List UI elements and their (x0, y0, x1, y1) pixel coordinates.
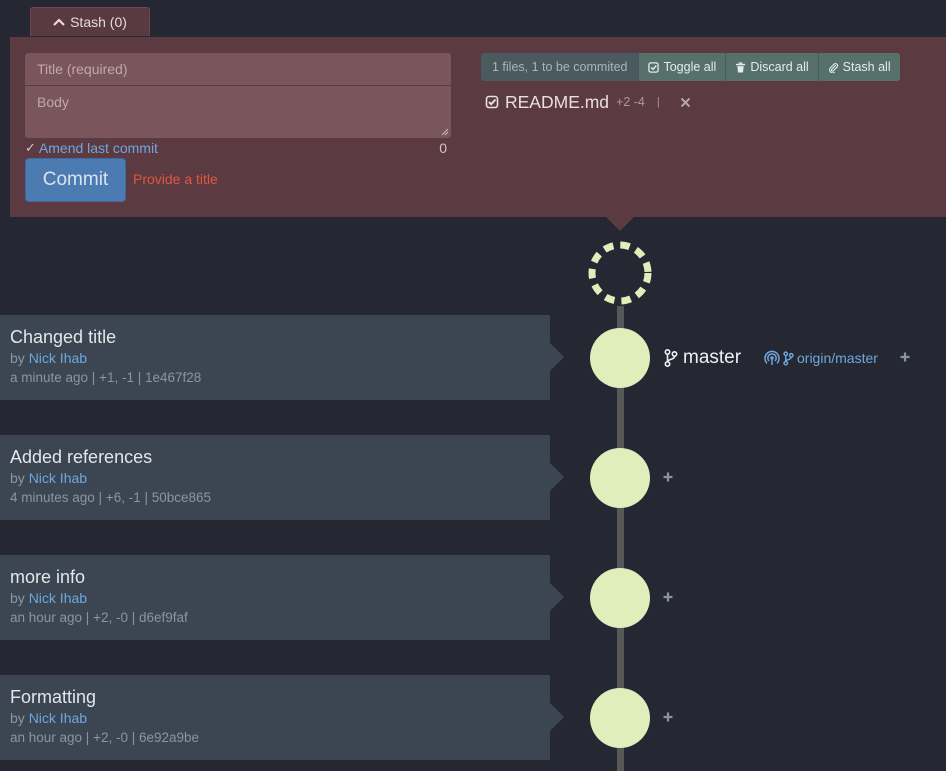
stash-all-label: Stash all (842, 60, 891, 74)
add-branch-plus-icon[interactable] (663, 712, 673, 722)
toggle-all-button[interactable]: Toggle all (638, 53, 726, 81)
commit-card[interactable]: more info by Nick Ihab an hour ago | +2,… (0, 555, 564, 640)
trash-icon (736, 61, 746, 73)
title-char-count: 0 (439, 140, 447, 156)
branch-icon (783, 350, 794, 366)
file-name[interactable]: README.md (505, 92, 609, 113)
working-copy-node (588, 241, 652, 305)
commit-author-line: by Nick Ihab (10, 588, 540, 608)
branch-icon (664, 349, 678, 367)
commit-card[interactable]: Added references by Nick Ihab 4 minutes … (0, 435, 564, 520)
author-link[interactable]: Nick Ihab (29, 710, 87, 726)
remote-branch-name: origin/master (797, 350, 878, 366)
author-link[interactable]: Nick Ihab (29, 590, 87, 606)
amend-label: Amend last commit (38, 140, 158, 156)
commit-node[interactable] (590, 568, 650, 628)
commit-author-line: by Nick Ihab (10, 708, 540, 728)
discard-all-label: Discard all (750, 60, 809, 74)
checkbox-icon (648, 61, 660, 73)
checkmark-icon: ✓ (25, 140, 36, 155)
stash-all-button[interactable]: Stash all (817, 53, 900, 81)
local-branch-ref[interactable]: master (664, 345, 741, 371)
commit-node[interactable] (590, 328, 650, 388)
body-placeholder: Body (37, 94, 69, 110)
commit-card[interactable]: Changed title by Nick Ihab a minute ago … (0, 315, 564, 400)
commit-meta: 4 minutes ago | +6, -1 | 50bce865 (10, 490, 212, 505)
branch-name: master (683, 347, 742, 368)
file-separator: | (656, 96, 660, 108)
commit-button-label: Commit (42, 169, 109, 190)
by-label: by (10, 590, 25, 606)
staging-summary: 1 files, 1 to be commited (481, 53, 639, 81)
commit-meta: an hour ago | +2, -0 | 6e92a9be (10, 730, 200, 745)
remote-branch-ref[interactable]: origin/master (764, 347, 878, 369)
by-label: by (10, 470, 25, 486)
add-branch-plus-icon[interactable] (663, 472, 673, 482)
app-root: Stash (0) Title (required) Body ✓ Amend … (0, 0, 946, 771)
toggle-all-label: Toggle all (663, 60, 717, 74)
stash-toggle-button[interactable]: Stash (0) (30, 7, 150, 36)
commit-body-textarea[interactable]: Body (25, 86, 451, 138)
checkbox-checked-icon[interactable] (485, 95, 499, 109)
discard-all-button[interactable]: Discard all (725, 53, 818, 81)
commit-title: Formatting (10, 687, 97, 707)
file-diff-stats: +2 -4 (616, 95, 645, 109)
commit-node[interactable] (590, 688, 650, 748)
commit-title: more info (10, 567, 86, 587)
paperclip-icon (828, 62, 838, 73)
commit-meta: an hour ago | +2, -0 | d6ef9faf (10, 610, 188, 625)
panel-pointer (606, 217, 634, 231)
resize-grip-icon[interactable] (441, 128, 449, 136)
validation-hint: Provide a title (133, 171, 218, 187)
close-icon[interactable] (680, 97, 691, 108)
remote-signal-icon (764, 350, 780, 365)
staging-toolbar: 1 files, 1 to be commited Toggle all Dis… (481, 53, 900, 81)
commit-author-line: by Nick Ihab (10, 348, 540, 368)
commit-title: Changed title (10, 327, 117, 347)
staged-file-row: README.md +2 -4 | (485, 91, 691, 113)
by-label: by (10, 350, 25, 366)
stash-label: Stash (0) (70, 14, 127, 30)
add-branch-plus-icon[interactable] (900, 352, 910, 362)
commit-author-line: by Nick Ihab (10, 468, 540, 488)
commit-card[interactable]: Formatting by Nick Ihab an hour ago | +2… (0, 675, 564, 760)
author-link[interactable]: Nick Ihab (29, 470, 87, 486)
amend-last-commit-toggle[interactable]: ✓ Amend last commit (25, 139, 158, 157)
commit-button[interactable]: Commit (25, 158, 126, 202)
title-placeholder: Title (required) (37, 61, 128, 77)
commit-node[interactable] (590, 448, 650, 508)
chevron-up-icon (53, 18, 65, 26)
commit-title: Added references (10, 447, 153, 467)
add-branch-plus-icon[interactable] (663, 592, 673, 602)
commit-title-input[interactable]: Title (required) (25, 53, 451, 85)
commit-meta: a minute ago | +1, -1 | 1e467f28 (10, 370, 202, 385)
author-link[interactable]: Nick Ihab (29, 350, 87, 366)
by-label: by (10, 710, 25, 726)
